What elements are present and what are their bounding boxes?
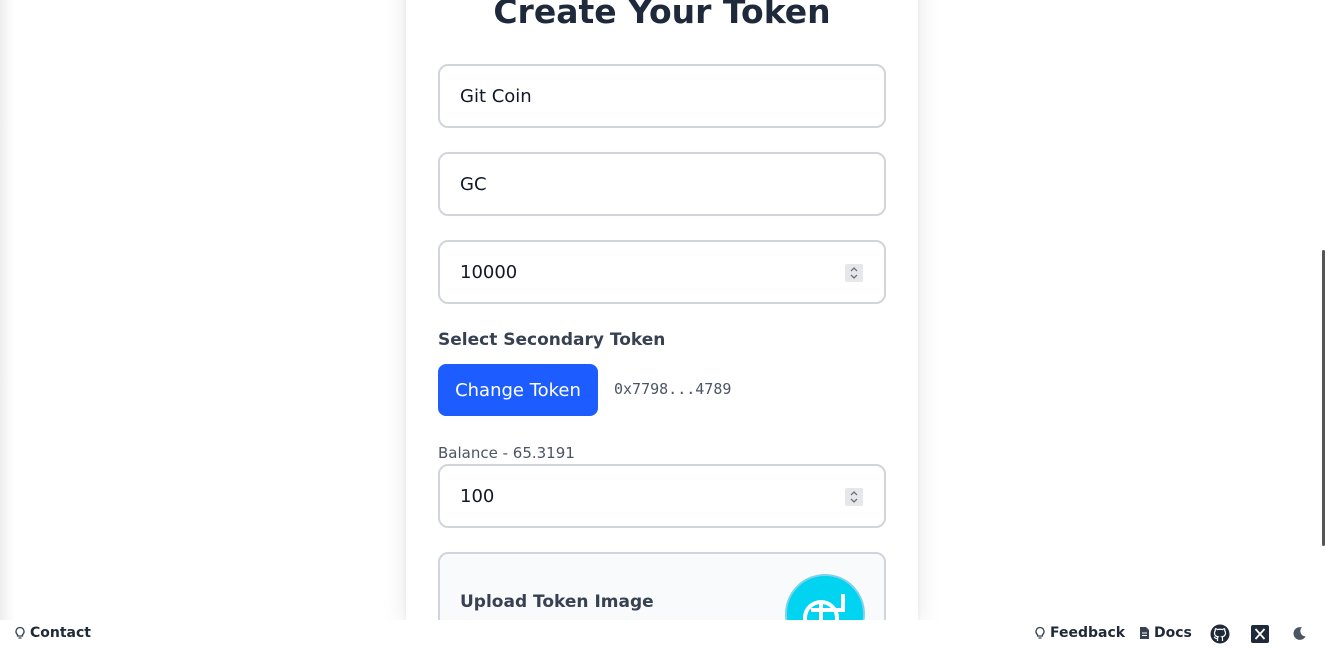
github-icon: [1210, 624, 1230, 644]
feedback-label: Feedback: [1050, 625, 1126, 641]
page: Create Your Token Select Secondary Token…: [0, 0, 1326, 648]
token-symbol-input[interactable]: [460, 173, 830, 195]
secondary-token-label: Select Secondary Token: [438, 330, 666, 350]
footer: Contact Feedback Docs: [0, 620, 1326, 648]
lightbulb-icon: [15, 626, 25, 639]
secondary-amount-field[interactable]: [438, 464, 886, 528]
total-supply-input[interactable]: [460, 261, 830, 283]
balance-text: Balance - 65.3191: [438, 444, 575, 462]
github-link[interactable]: [1210, 624, 1230, 644]
docs-link[interactable]: Docs: [1139, 625, 1192, 641]
lightbulb-icon: [1035, 626, 1045, 639]
spinner-arrows-icon[interactable]: [845, 488, 863, 506]
theme-toggle[interactable]: [1292, 626, 1307, 641]
contact-link[interactable]: Contact: [14, 625, 91, 641]
spinner-arrows-icon[interactable]: [845, 264, 863, 282]
total-supply-field[interactable]: [438, 240, 886, 304]
document-icon: [1140, 627, 1149, 639]
token-name-input[interactable]: [460, 85, 830, 107]
change-token-button[interactable]: Change Token: [438, 364, 598, 416]
moon-icon: [1293, 627, 1306, 640]
x-icon: [1251, 625, 1269, 643]
x-link[interactable]: [1251, 625, 1269, 643]
page-title: Create Your Token: [493, 0, 831, 31]
secondary-token-address: 0x7798...4789: [614, 380, 732, 398]
token-symbol-field[interactable]: [438, 152, 886, 216]
token-name-field[interactable]: [438, 64, 886, 128]
feedback-link[interactable]: Feedback: [1034, 625, 1125, 641]
upload-label: Upload Token Image: [460, 592, 654, 612]
docs-label: Docs: [1154, 625, 1192, 641]
scrollbar-thumb[interactable]: [1322, 250, 1325, 546]
contact-label: Contact: [30, 625, 91, 641]
secondary-amount-input[interactable]: [460, 485, 830, 507]
left-shade: [0, 0, 14, 620]
